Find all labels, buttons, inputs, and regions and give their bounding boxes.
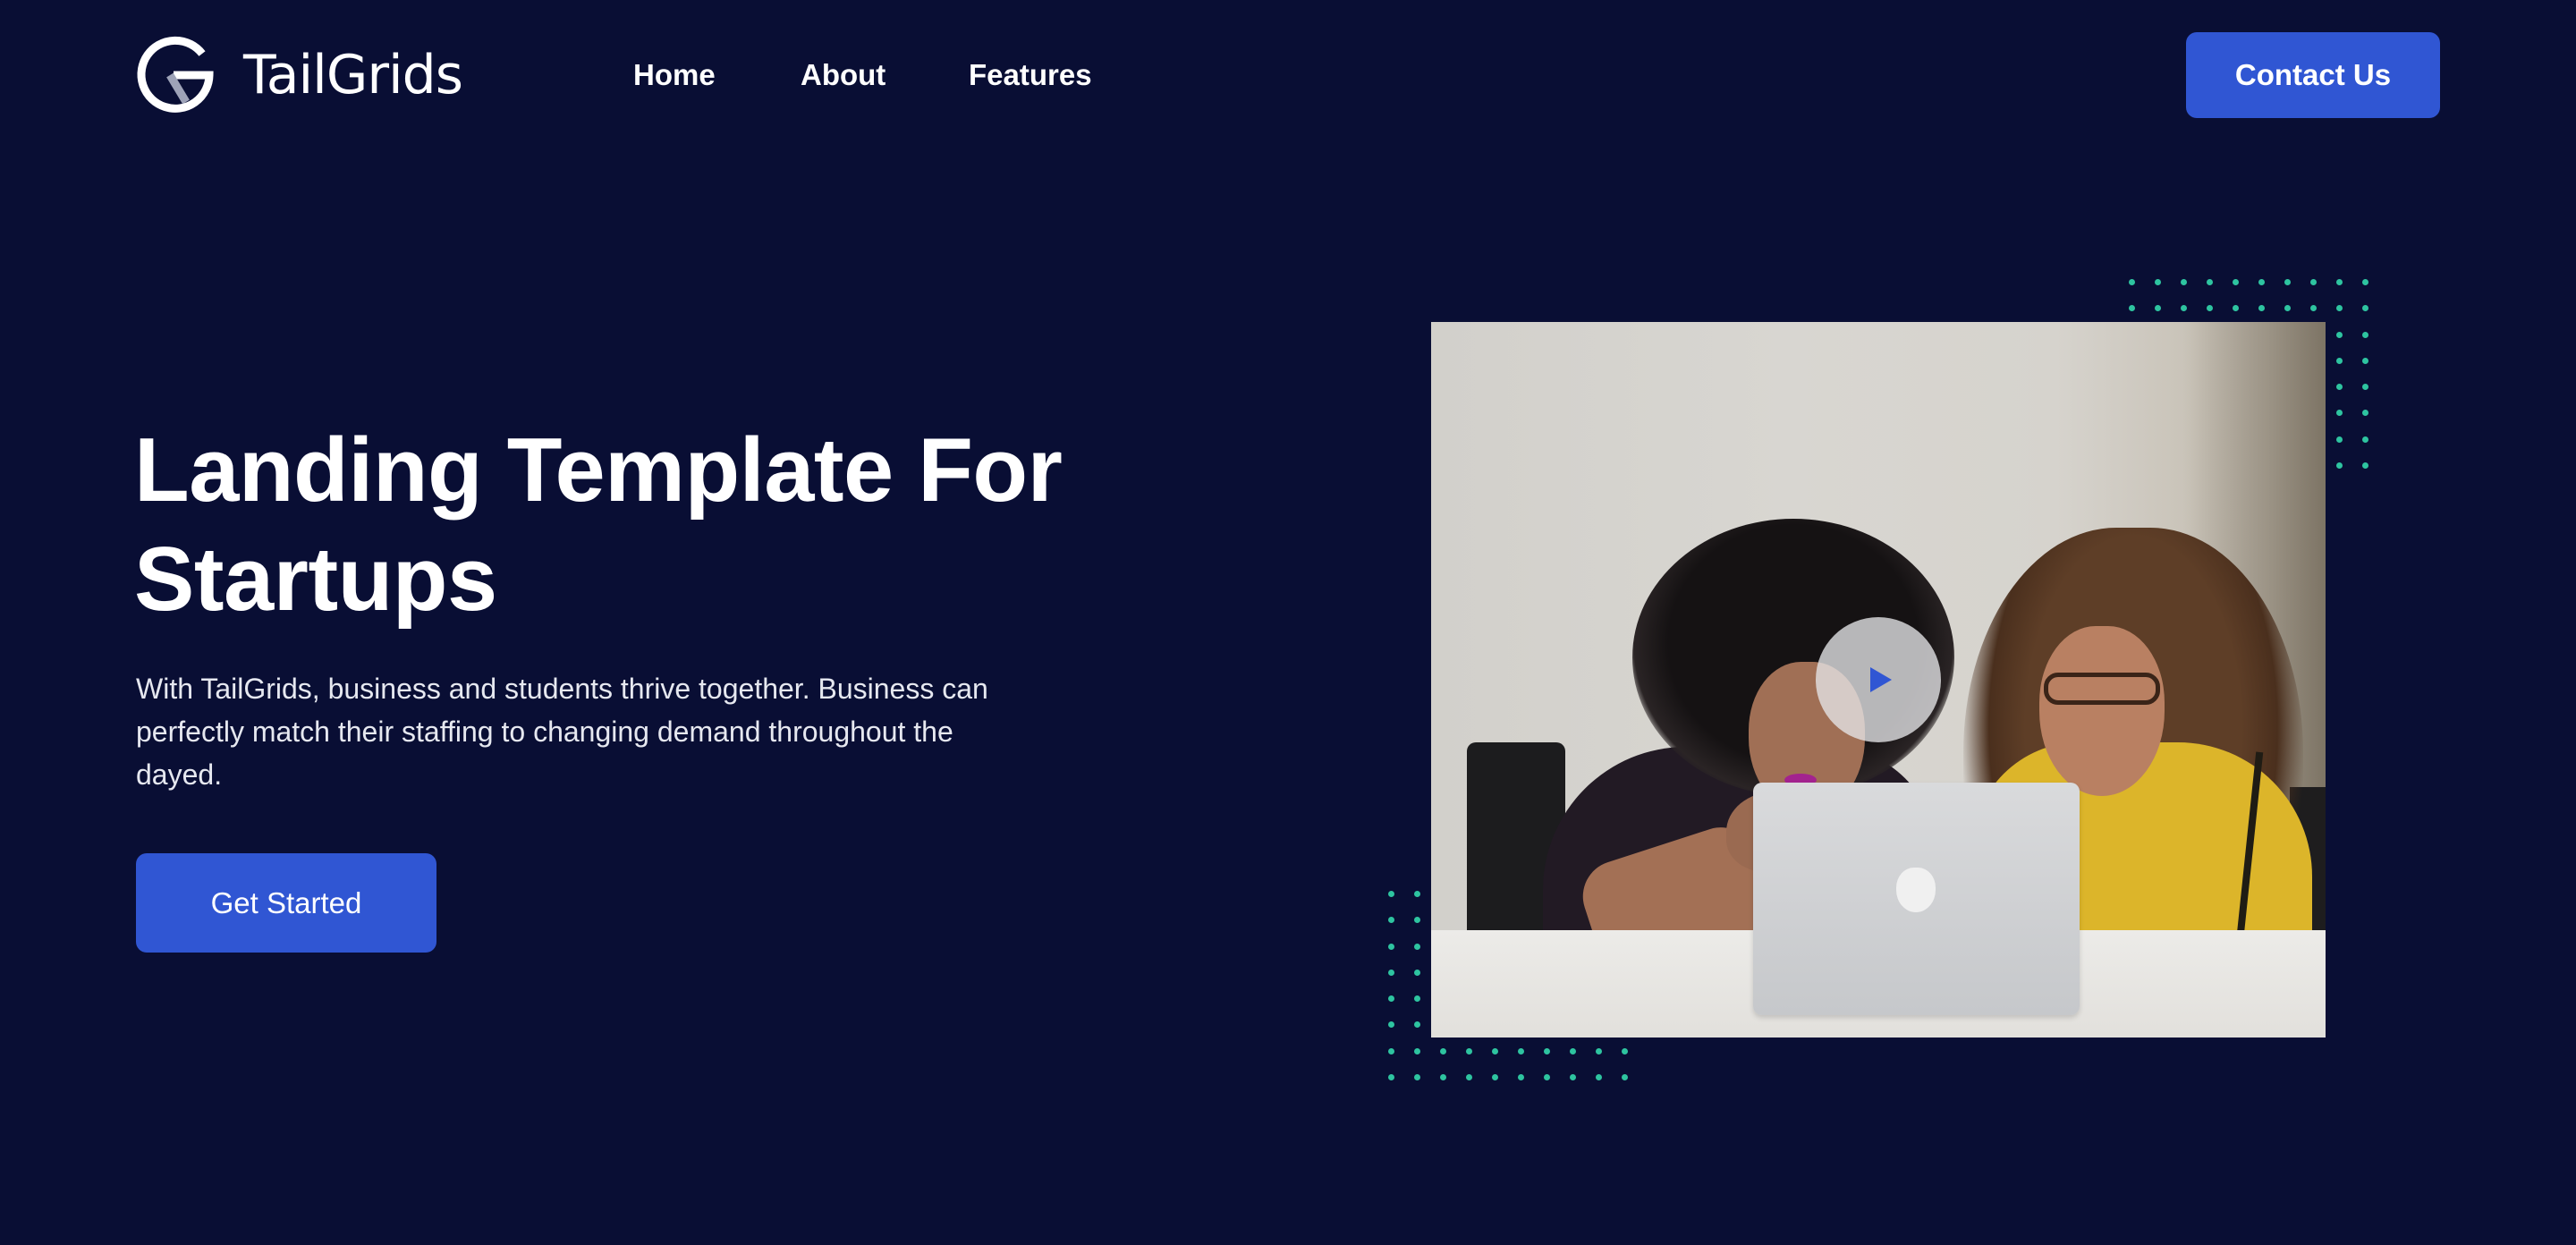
dot — [2129, 305, 2135, 312]
dot — [1622, 1047, 1628, 1054]
dot — [1440, 1047, 1446, 1054]
logo-text: TailGrids — [243, 44, 463, 106]
dot — [1492, 1047, 1498, 1054]
dot — [1622, 1074, 1628, 1081]
dot — [1414, 943, 1420, 950]
dot — [1518, 1074, 1524, 1081]
dot — [2362, 279, 2368, 285]
dot — [2129, 279, 2135, 285]
dot — [2336, 410, 2343, 417]
get-started-button[interactable]: Get Started — [136, 853, 436, 953]
dot — [2336, 436, 2343, 443]
contact-us-button[interactable]: Contact Us — [2186, 32, 2440, 118]
dot — [1414, 891, 1420, 897]
dot — [2362, 305, 2368, 312]
dot — [2310, 305, 2317, 312]
play-video-button[interactable] — [1816, 617, 1941, 742]
dot — [1388, 943, 1394, 950]
dot — [1388, 1021, 1394, 1029]
dot — [2258, 279, 2265, 285]
dot — [1388, 1047, 1394, 1054]
dot — [2155, 279, 2161, 285]
dot — [2336, 331, 2343, 338]
dot — [1388, 1074, 1394, 1081]
image-glasses — [2044, 673, 2160, 705]
dot — [2362, 331, 2368, 338]
dot — [2207, 279, 2213, 285]
dot — [1388, 995, 1394, 1003]
dot — [2362, 410, 2368, 417]
hero-description: With TailGrids, business and students th… — [136, 673, 988, 791]
dot — [1466, 1074, 1472, 1081]
tailgrids-logo-icon — [137, 36, 214, 113]
dot — [2181, 305, 2187, 312]
dot — [2155, 305, 2161, 312]
image-person-right-face — [2039, 626, 2165, 796]
landing-page: TailGrids Home About Features Contact Us… — [0, 0, 2576, 1245]
dot — [1388, 969, 1394, 976]
dot — [1414, 969, 1420, 976]
nav-item-features[interactable]: Features — [969, 55, 1092, 95]
dot — [2336, 357, 2343, 364]
dot — [2336, 462, 2343, 470]
dot — [1570, 1074, 1576, 1081]
dot — [1440, 1074, 1446, 1081]
dot — [2284, 305, 2291, 312]
dot — [1570, 1047, 1576, 1054]
dot — [1544, 1074, 1550, 1081]
dot — [2336, 384, 2343, 391]
dot — [2362, 384, 2368, 391]
dot — [1414, 1047, 1420, 1054]
dot — [2362, 462, 2368, 470]
nav-item-home[interactable]: Home — [633, 55, 801, 95]
hero-title: Landing Template For Startups — [134, 420, 1063, 630]
nav-item-about[interactable]: About — [801, 55, 969, 95]
dot — [1596, 1047, 1602, 1054]
play-icon — [1870, 667, 1892, 692]
main-nav: Home About Features — [633, 55, 1092, 95]
dot — [1518, 1047, 1524, 1054]
dot — [1414, 995, 1420, 1003]
logo-link[interactable]: TailGrids — [134, 34, 463, 116]
dot — [2336, 279, 2343, 285]
dot — [2258, 305, 2265, 312]
dot — [1388, 917, 1394, 924]
dot — [2207, 305, 2213, 312]
apple-logo-icon — [1896, 868, 1936, 912]
dot — [2284, 279, 2291, 285]
dot — [2336, 305, 2343, 312]
dot — [1544, 1047, 1550, 1054]
dot — [1388, 891, 1394, 897]
dot — [2181, 279, 2187, 285]
dot — [2310, 279, 2317, 285]
dot — [2233, 305, 2239, 312]
dot — [1596, 1074, 1602, 1081]
dot — [2362, 436, 2368, 443]
dot — [2362, 357, 2368, 364]
dot — [1492, 1074, 1498, 1081]
dot — [1414, 1074, 1420, 1081]
dot — [1466, 1047, 1472, 1054]
dot — [1414, 1021, 1420, 1029]
dot — [2233, 279, 2239, 285]
dot — [1414, 917, 1420, 924]
